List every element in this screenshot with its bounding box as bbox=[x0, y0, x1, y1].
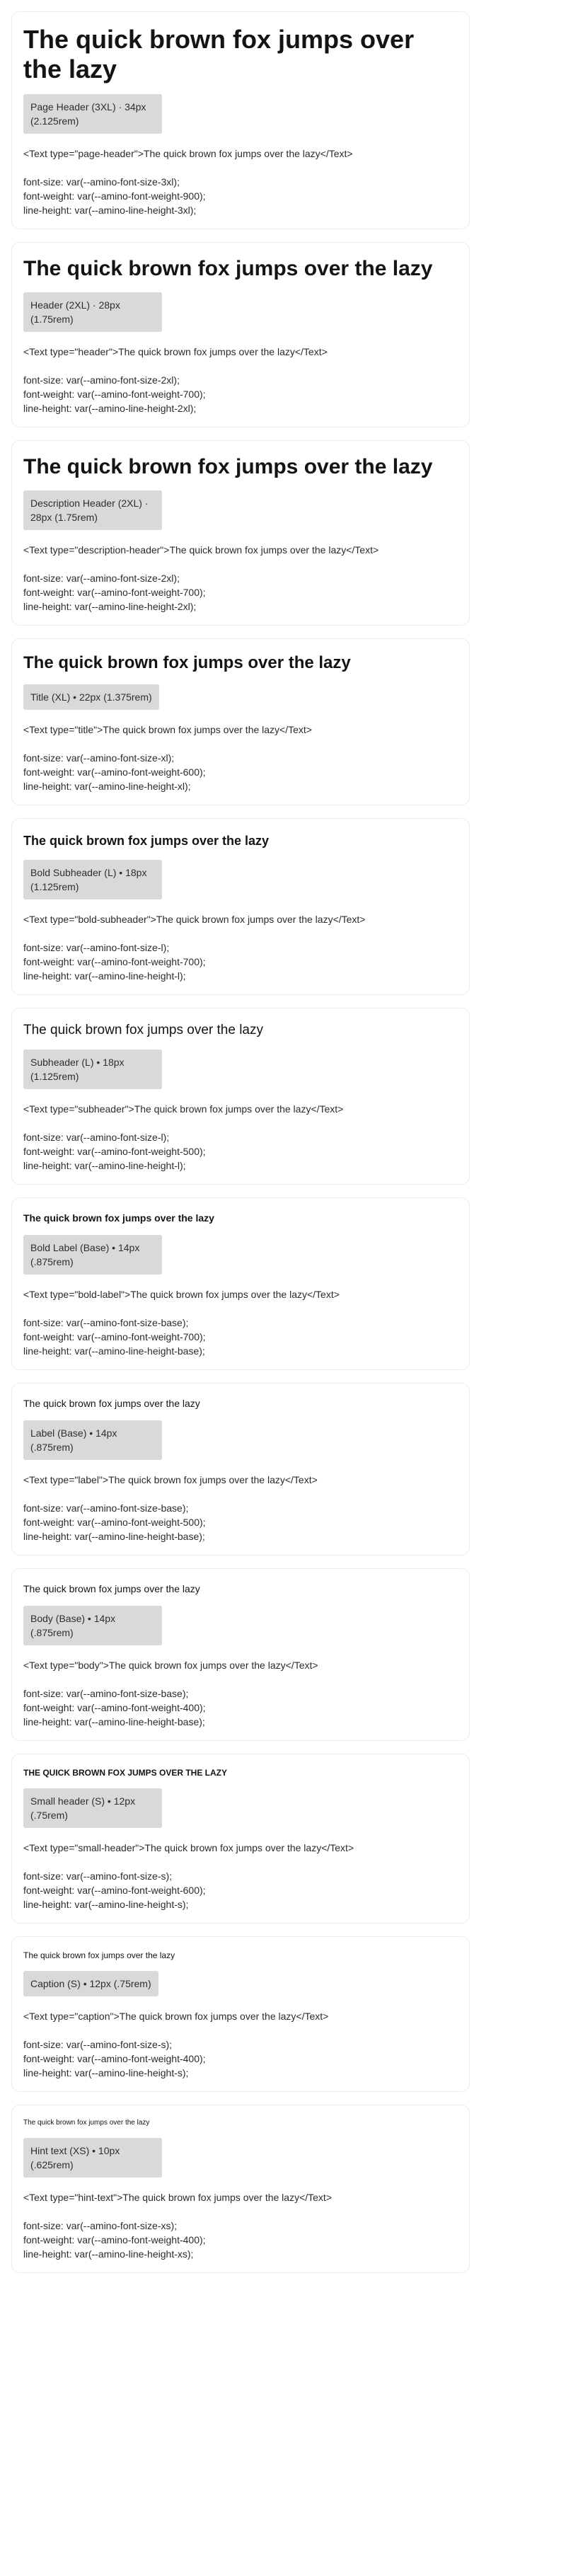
css-properties: font-size: var(--amino-font-size-s); fon… bbox=[23, 2039, 206, 2078]
type-badge: Hint text (XS) • 10px (.625rem) bbox=[23, 2138, 162, 2178]
type-badge: Title (XL) • 22px (1.375rem) bbox=[23, 684, 159, 710]
sample-text: The quick brown fox jumps over the lazy bbox=[23, 1768, 228, 1778]
type-card-header: The quick brown fox jumps over the lazy … bbox=[11, 242, 470, 427]
type-card-label: The quick brown fox jumps over the lazy … bbox=[11, 1383, 470, 1556]
sample-text: The quick brown fox jumps over the lazy bbox=[23, 455, 433, 478]
type-card-bold-label: The quick brown fox jumps over the lazy … bbox=[11, 1197, 470, 1370]
type-badge: Bold Label (Base) • 14px (.875rem) bbox=[23, 1235, 162, 1275]
code-snippet: <Text type="title">The quick brown fox j… bbox=[23, 724, 312, 735]
type-badge: Caption (S) • 12px (.75rem) bbox=[23, 1971, 158, 1996]
css-properties: font-size: var(--amino-font-size-l); fon… bbox=[23, 1132, 206, 1171]
type-card-title: The quick brown fox jumps over the lazy … bbox=[11, 638, 470, 805]
type-card-page-header: The quick brown fox jumps over the lazy … bbox=[11, 11, 470, 229]
css-properties: font-size: var(--amino-font-size-xs); fo… bbox=[23, 2220, 206, 2260]
type-badge: Bold Subheader (L) • 18px (1.125rem) bbox=[23, 860, 162, 899]
sample-text: The quick brown fox jumps over the lazy bbox=[23, 653, 351, 672]
sample-text: The quick brown fox jumps over the lazy bbox=[23, 25, 415, 84]
type-badge: Description Header (2XL) · 28px (1.75rem… bbox=[23, 490, 162, 530]
type-card-bold-subheader: The quick brown fox jumps over the lazy … bbox=[11, 818, 470, 995]
type-badge: Subheader (L) • 18px (1.125rem) bbox=[23, 1050, 162, 1089]
css-properties: font-size: var(--amino-font-size-xl); fo… bbox=[23, 752, 206, 792]
code-snippet: <Text type="body">The quick brown fox ju… bbox=[23, 1660, 318, 1671]
css-properties: font-size: var(--amino-font-size-base); … bbox=[23, 1317, 206, 1357]
sample-text: The quick brown fox jumps over the lazy bbox=[23, 257, 433, 280]
code-snippet: <Text type="caption">The quick brown fox… bbox=[23, 2011, 329, 2022]
sample-text: The quick brown fox jumps over the lazy bbox=[23, 1583, 200, 1594]
type-card-body: The quick brown fox jumps over the lazy … bbox=[11, 1568, 470, 1741]
code-snippet: <Text type="header">The quick brown fox … bbox=[23, 346, 328, 357]
type-card-small-header: The quick brown fox jumps over the lazy … bbox=[11, 1754, 470, 1924]
type-card-description-header: The quick brown fox jumps over the lazy … bbox=[11, 440, 470, 626]
type-card-subheader: The quick brown fox jumps over the lazy … bbox=[11, 1008, 470, 1185]
typography-page: The quick brown fox jumps over the lazy … bbox=[0, 0, 555, 2273]
css-properties: font-size: var(--amino-font-size-base); … bbox=[23, 1502, 206, 1542]
css-properties: font-size: var(--amino-font-size-2xl); f… bbox=[23, 573, 206, 612]
type-badge: Small header (S) • 12px (.75rem) bbox=[23, 1788, 162, 1828]
css-properties: font-size: var(--amino-font-size-l); fon… bbox=[23, 942, 206, 982]
code-snippet: <Text type="bold-subheader">The quick br… bbox=[23, 914, 366, 925]
code-snippet: <Text type="subheader">The quick brown f… bbox=[23, 1103, 344, 1115]
type-badge: Body (Base) • 14px (.875rem) bbox=[23, 1606, 162, 1645]
type-card-hint-text: The quick brown fox jumps over the lazy … bbox=[11, 2105, 470, 2273]
type-badge: Label (Base) • 14px (.875rem) bbox=[23, 1420, 162, 1460]
sample-text: The quick brown fox jumps over the lazy bbox=[23, 834, 270, 848]
type-badge: Page Header (3XL) · 34px (2.125rem) bbox=[23, 94, 162, 134]
css-properties: font-size: var(--amino-font-size-base); … bbox=[23, 1688, 206, 1727]
sample-text: The quick brown fox jumps over the lazy bbox=[23, 1023, 263, 1037]
sample-text: The quick brown fox jumps over the lazy bbox=[23, 1950, 175, 1960]
code-snippet: <Text type="description-header">The quic… bbox=[23, 544, 379, 556]
sample-text: The quick brown fox jumps over the lazy bbox=[23, 1212, 214, 1224]
code-snippet: <Text type="label">The quick brown fox j… bbox=[23, 1474, 318, 1485]
css-properties: font-size: var(--amino-font-size-3xl); f… bbox=[23, 176, 206, 216]
sample-text: The quick brown fox jumps over the lazy bbox=[23, 1398, 200, 1409]
type-card-caption: The quick brown fox jumps over the lazy … bbox=[11, 1936, 470, 2092]
code-snippet: <Text type="bold-label">The quick brown … bbox=[23, 1289, 340, 1300]
code-snippet: <Text type="page-header">The quick brown… bbox=[23, 148, 353, 159]
code-snippet: <Text type="small-header">The quick brow… bbox=[23, 1842, 354, 1853]
css-properties: font-size: var(--amino-font-size-s); fon… bbox=[23, 1870, 206, 1910]
type-badge: Header (2XL) · 28px (1.75rem) bbox=[23, 292, 162, 332]
css-properties: font-size: var(--amino-font-size-2xl); f… bbox=[23, 374, 206, 414]
code-snippet: <Text type="hint-text">The quick brown f… bbox=[23, 2192, 332, 2203]
sample-text: The quick brown fox jumps over the lazy bbox=[23, 2119, 150, 2127]
